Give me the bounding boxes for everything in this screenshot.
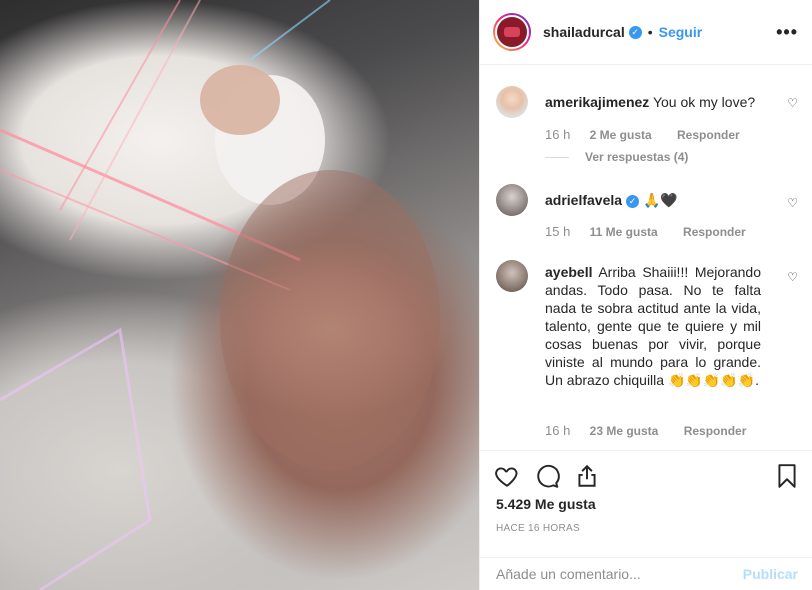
reply-button[interactable]: Responder [684, 424, 747, 438]
comment-time: 15 h [545, 224, 571, 239]
post-photo[interactable] [0, 0, 479, 590]
comment-text: You ok my love? [652, 94, 756, 110]
comment-time: 16 h [545, 423, 571, 438]
comment-input[interactable] [496, 566, 743, 582]
commenter-username[interactable]: adrielfavela [545, 192, 622, 208]
post-timestamp: HACE 16 HORAS [496, 523, 580, 534]
comment-icon[interactable] [534, 463, 560, 489]
follow-button[interactable]: Seguir [659, 24, 703, 40]
publish-button[interactable]: Publicar [743, 566, 798, 582]
commenter-avatar[interactable] [496, 86, 528, 118]
comment-text: Arriba Shaiii!!! Mejorando andas. Todo p… [545, 264, 761, 388]
reply-button[interactable]: Responder [677, 128, 740, 142]
verified-badge-icon: ✓ [628, 25, 642, 39]
post-header: shailadurcal ✓ • Seguir ••• [480, 0, 812, 65]
likes-count[interactable]: 5.429 Me gusta [496, 496, 596, 512]
commenter-username[interactable]: amerikajimenez [545, 94, 649, 110]
comment-likes[interactable]: 2 Me gusta [590, 128, 652, 142]
author-username[interactable]: shailadurcal [543, 24, 625, 40]
view-replies-button[interactable]: Ver respuestas (4) [545, 150, 688, 164]
author-avatar[interactable] [493, 13, 531, 51]
heart-icon[interactable] [494, 463, 520, 489]
commenter-avatar[interactable] [496, 184, 528, 216]
small-heart-icon[interactable]: ♡ [787, 196, 798, 210]
verified-badge-icon: ✓ [626, 194, 640, 208]
commenter-username[interactable]: ayebell [545, 264, 592, 280]
separator: • [647, 24, 653, 40]
comment-likes[interactable]: 23 Me gusta [590, 424, 659, 438]
small-heart-icon[interactable]: ♡ [787, 270, 798, 284]
bookmark-icon[interactable] [776, 463, 798, 489]
comments-list: amerikajimenez You ok my love? ♡ 16 h 2 … [480, 66, 812, 450]
add-comment-bar: Publicar [480, 557, 812, 590]
commenter-avatar[interactable] [496, 260, 528, 292]
comment-time: 16 h [545, 127, 571, 142]
comment-likes[interactable]: 11 Me gusta [590, 225, 658, 239]
comment-text: 🙏🖤 [642, 192, 678, 208]
reply-button[interactable]: Responder [683, 225, 746, 239]
photo-light-streaks [0, 0, 440, 590]
view-replies-label: Ver respuestas (4) [585, 150, 689, 164]
post-panel: shailadurcal ✓ • Seguir ••• amerikajimen… [479, 0, 812, 590]
small-heart-icon[interactable]: ♡ [787, 96, 798, 110]
share-icon[interactable] [574, 463, 600, 489]
more-options-icon[interactable]: ••• [776, 22, 798, 43]
replies-divider [545, 156, 569, 158]
